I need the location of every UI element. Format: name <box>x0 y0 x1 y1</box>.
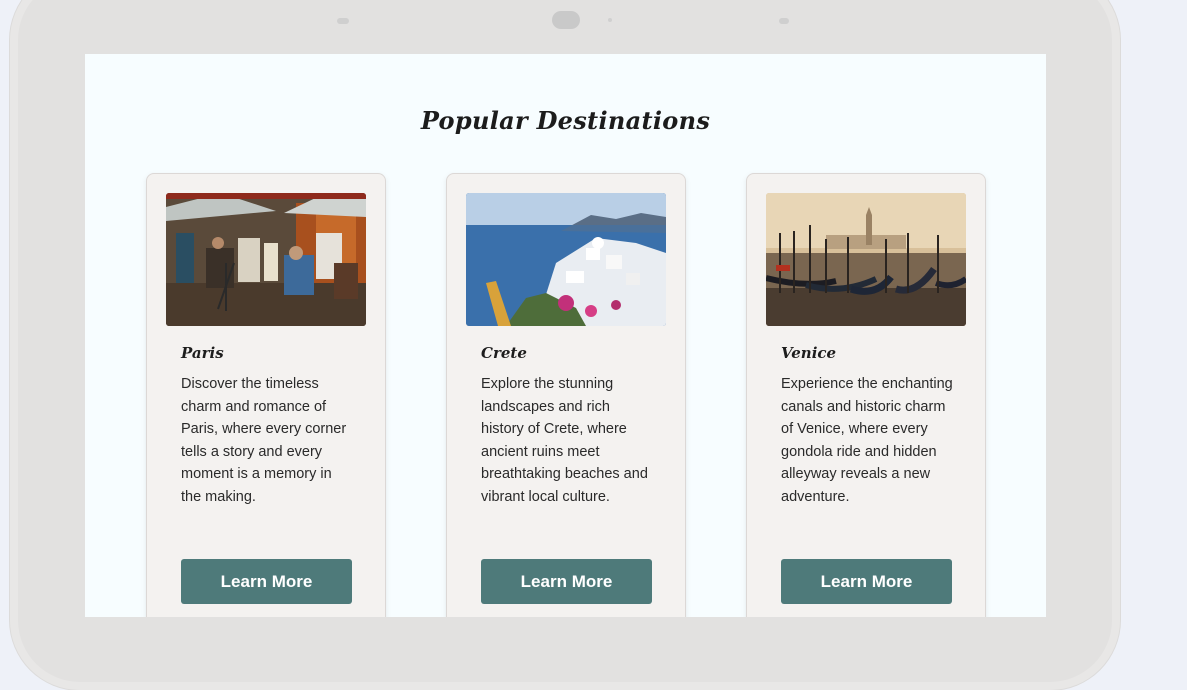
crete-seaside-village-image <box>466 193 666 326</box>
indicator-light <box>608 18 612 22</box>
destination-title: Crete <box>481 344 527 362</box>
destination-title: Paris <box>181 344 224 362</box>
front-camera <box>552 11 580 29</box>
destination-card-venice: Venice Experience the enchanting canals … <box>746 173 986 617</box>
paris-artists-square-image <box>166 193 366 326</box>
learn-more-button-venice[interactable]: Learn More <box>781 559 952 604</box>
sensor-left <box>337 18 349 24</box>
venice-gondolas-image <box>766 193 966 326</box>
destination-card-crete: Crete Explore the stunning landscapes an… <box>446 173 686 617</box>
destination-description: Discover the timeless charm and romance … <box>181 376 347 505</box>
learn-more-button-crete[interactable]: Learn More <box>481 559 652 604</box>
learn-more-button-paris[interactable]: Learn More <box>181 559 352 604</box>
section-title: Popular Destinations <box>420 106 711 135</box>
destination-card-paris: Paris Discover the timeless charm and ro… <box>146 173 386 617</box>
sensor-right <box>779 18 789 24</box>
destination-title: Venice <box>781 344 837 362</box>
device-screen: Popular Destinations Paris Discover the … <box>85 54 1046 617</box>
destination-description: Explore the stunning landscapes and rich… <box>481 376 648 505</box>
destination-description: Experience the enchanting canals and his… <box>781 376 953 505</box>
